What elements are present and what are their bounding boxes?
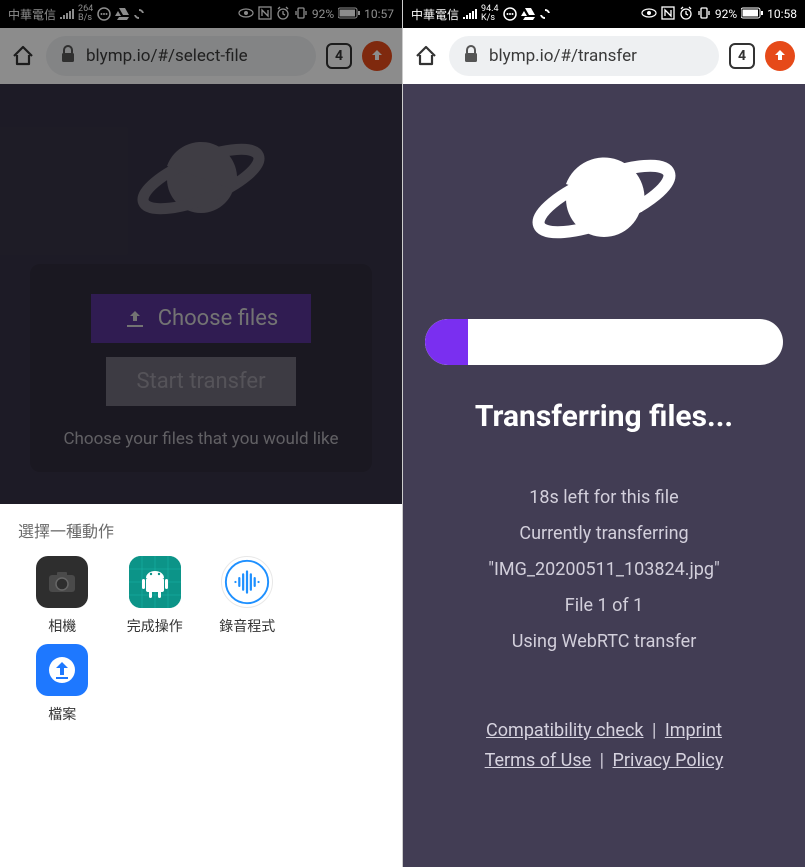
file-count: File 1 of 1 [403,588,805,624]
sheet-item-complete[interactable]: 完成操作 [111,556,200,636]
status-bar: 中華電信 94.4K/s [403,0,805,28]
filename-text: "IMG_20200511_103824.jpg" [403,552,805,588]
upload-icon [124,309,146,329]
lock-icon [463,45,479,68]
upload-card: Choose files Start transfer Choose your … [30,264,372,472]
signal-icon [60,9,74,19]
sheet-item-label: 錄音程式 [219,616,275,636]
eta-text: 18s left for this file [403,480,805,516]
link-imprint[interactable]: Imprint [665,720,722,741]
tab-count[interactable]: 4 [729,43,755,69]
progress-fill [425,319,468,365]
page-content: Choose files Start transfer Choose your … [0,84,402,504]
currently-label: Currently transferring [403,516,805,552]
choose-files-button[interactable]: Choose files [91,294,311,343]
url-text: blymp.io/#/transfer [489,46,637,66]
eye-icon [641,7,657,21]
page-content: Transferring files... 18s left for this … [403,84,805,867]
clock: 10:58 [767,7,797,21]
alarm-icon [679,6,693,23]
net-speed: 94.4K/s [481,5,499,23]
sync-icon [539,8,551,20]
carrier-label: 中華電信 [411,6,459,23]
browser-bar: blymp.io/#/select-file 4 [0,28,402,84]
app-logo [0,84,402,264]
upload-button[interactable] [765,41,795,71]
sheet-item-files[interactable]: 檔案 [18,644,107,724]
sheet-item-camera[interactable]: 相機 [18,556,107,636]
nfc-icon [258,6,272,23]
address-bar[interactable]: blymp.io/#/transfer [449,36,719,76]
link-privacy[interactable]: Privacy Policy [613,750,724,771]
lock-icon [60,45,76,68]
battery-icon [741,7,763,22]
browser-bar: blymp.io/#/transfer 4 [403,28,805,84]
battery-icon [338,7,360,22]
phone-left: 中華電信 264B/s [0,0,402,867]
home-icon[interactable] [10,43,36,69]
action-sheet: 選擇一種動作 相機 完成操作 [0,504,402,867]
sheet-title: 選擇一種動作 [18,518,384,542]
footer-links: Compatibility check | Imprint Terms of U… [403,690,805,867]
eye-icon [238,7,254,21]
link-terms[interactable]: Terms of Use [485,750,592,771]
upload-button[interactable] [362,41,392,71]
sheet-item-recorder[interactable]: 錄音程式 [203,556,292,636]
sync-icon [133,8,145,20]
recorder-icon [221,556,273,608]
nfc-icon [661,6,675,23]
vibrate-icon [697,6,711,23]
clock: 10:57 [364,7,394,21]
files-icon [36,644,88,696]
method-text: Using WebRTC transfer [403,624,805,660]
transfer-status: 18s left for this file Currently transfe… [403,480,805,660]
url-text: blymp.io/#/select-file [86,46,248,66]
signal-icon [463,9,477,19]
link-compat[interactable]: Compatibility check [486,720,643,741]
tab-count[interactable]: 4 [326,43,352,69]
progress-bar [425,319,783,365]
home-icon[interactable] [413,43,439,69]
status-bar: 中華電信 264B/s [0,0,402,28]
start-transfer-button[interactable]: Start transfer [106,357,296,406]
android-icon [129,556,181,608]
helper-text: Choose your files that you would like [50,428,352,452]
line-icon [503,7,517,21]
app-logo [403,84,805,319]
progress-container [403,319,805,365]
battery-pct: 92% [312,7,334,21]
line-icon [97,7,111,21]
net-speed: 264B/s [78,5,93,23]
drive-icon [115,8,129,20]
sheet-item-label: 檔案 [48,704,76,724]
phone-right: 中華電信 94.4K/s [402,0,805,867]
alarm-icon [276,6,290,23]
sheet-item-label: 完成操作 [127,616,183,636]
battery-pct: 92% [715,7,737,21]
drive-icon [521,8,535,20]
address-bar[interactable]: blymp.io/#/select-file [46,36,316,76]
vibrate-icon [294,6,308,23]
camera-icon [36,556,88,608]
transfer-title: Transferring files... [403,399,805,434]
carrier-label: 中華電信 [8,6,56,23]
sheet-item-label: 相機 [48,616,76,636]
